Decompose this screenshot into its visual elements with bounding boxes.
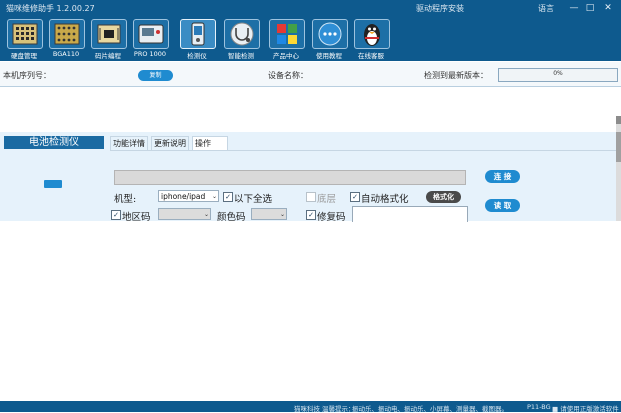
model-select-value: iphone/ipad bbox=[161, 192, 206, 201]
app-title: 猫咪维修助手 1.2.00.27 bbox=[6, 4, 95, 13]
stethoscope-icon bbox=[224, 19, 260, 49]
toolbar-item-smart-check[interactable]: 智能检测 bbox=[220, 18, 262, 60]
region-code-select[interactable]: ⌄ bbox=[158, 208, 211, 220]
main-toolbar: 硬盘管理 BGA110 码片编程 PRO 1000 检测仪 智能检测 产品中心 … bbox=[0, 16, 621, 61]
vertical-scrollbar[interactable] bbox=[616, 116, 621, 221]
toolbar-item-tester[interactable]: 检测仪 bbox=[176, 18, 218, 60]
toolbar-item-products[interactable]: 产品中心 bbox=[265, 18, 307, 60]
title-bar: 猫咪维修助手 1.2.00.27 驱动程序安装 语言 — □ ✕ bbox=[0, 0, 621, 16]
chip-icon bbox=[7, 19, 43, 49]
side-title: 电池检测仪 bbox=[4, 136, 104, 149]
model-label: 机型: bbox=[114, 194, 137, 205]
toolbar-label: 码片编程 bbox=[95, 52, 121, 60]
apps-icon bbox=[269, 19, 305, 49]
device-info-bar: 本机序列号： 复制 设备名称： 检测到最新版本： 0% bbox=[0, 62, 621, 87]
progress-text: 0% bbox=[553, 70, 563, 77]
bottom-layer-checkbox[interactable] bbox=[306, 192, 316, 202]
toolbar-label: 使用教程 bbox=[316, 52, 342, 60]
select-all-label: 以下全选 bbox=[234, 194, 273, 205]
serial-label: 本机序列号： bbox=[3, 71, 51, 80]
toolbar-label: PRO 1000 bbox=[133, 50, 167, 58]
penguin-icon bbox=[354, 19, 390, 49]
copy-serial-button[interactable]: 复制 bbox=[138, 70, 173, 81]
tester-panel: 电池检测仪 功能详情 更新说明 操作 机型: iphone/ipad ⌄ ✓ 以… bbox=[0, 132, 616, 223]
programmer-icon bbox=[91, 19, 127, 49]
status-bar: 猫咪科技 温馨提示： 振动乐、振动电、振动乐、小屏幕、测量器、截图器。 P11-… bbox=[0, 401, 621, 413]
connect-button[interactable]: 连 接 bbox=[485, 170, 520, 183]
driver-install-link[interactable]: 驱动程序安装 bbox=[416, 3, 464, 14]
toolbar-item-programmer[interactable]: 码片编程 bbox=[87, 18, 129, 60]
toolbar-label: 智能检测 bbox=[228, 52, 254, 60]
toolbar-item-support[interactable]: 在线客服 bbox=[350, 18, 392, 60]
scroll-up-arrow[interactable] bbox=[616, 116, 621, 124]
side-action-button[interactable] bbox=[44, 180, 62, 188]
format-button[interactable]: 格式化 bbox=[426, 191, 461, 203]
pro-device-icon bbox=[133, 19, 169, 49]
scroll-thumb[interactable] bbox=[616, 132, 621, 162]
color-code-label: 颜色码 bbox=[217, 212, 246, 223]
toolbar-label: 检测仪 bbox=[187, 52, 207, 60]
bottom-layer-label: 底层 bbox=[317, 194, 337, 205]
tab-divider bbox=[110, 150, 616, 151]
region-code-label: 地区码 bbox=[122, 212, 151, 223]
update-progress-bar: 0% bbox=[498, 68, 618, 82]
repair-code-label: 修复码 bbox=[317, 212, 346, 223]
toolbar-label: BGA110 bbox=[52, 50, 80, 58]
repair-code-input[interactable] bbox=[352, 206, 468, 222]
tab-operation[interactable]: 操作 bbox=[192, 136, 228, 151]
color-code-select[interactable]: ⌄ bbox=[251, 208, 287, 220]
maximize-button[interactable]: □ bbox=[583, 2, 597, 14]
chevron-down-icon: ⌄ bbox=[211, 193, 217, 200]
toolbar-item-hdd[interactable]: 硬盘管理 bbox=[3, 18, 45, 60]
auto-format-label: 自动格式化 bbox=[361, 194, 409, 205]
chevron-down-icon: ⌄ bbox=[279, 211, 285, 218]
read-button[interactable]: 读 取 bbox=[485, 199, 520, 212]
tab-changelog[interactable]: 更新说明 bbox=[151, 136, 189, 151]
device-name-label: 设备名称： bbox=[268, 71, 308, 80]
toolbar-label: 产品中心 bbox=[273, 52, 299, 60]
minimize-button[interactable]: — bbox=[567, 2, 581, 14]
toolbar-label: 在线客服 bbox=[358, 52, 384, 60]
tab-details[interactable]: 功能详情 bbox=[110, 136, 148, 151]
status-version: P11-BG bbox=[527, 403, 551, 411]
chat-icon bbox=[312, 19, 348, 49]
language-menu[interactable]: 语言 bbox=[538, 3, 554, 14]
model-select[interactable]: iphone/ipad ⌄ bbox=[158, 190, 219, 202]
operation-log-field[interactable] bbox=[114, 170, 466, 185]
close-button[interactable]: ✕ bbox=[601, 2, 615, 14]
select-all-checkbox[interactable]: ✓ bbox=[223, 192, 233, 202]
toolbar-item-bga110[interactable]: BGA110 bbox=[45, 18, 87, 60]
toolbar-label: 硬盘管理 bbox=[11, 52, 37, 60]
bga-chip-icon bbox=[49, 19, 85, 49]
repair-code-checkbox[interactable]: ✓ bbox=[306, 210, 316, 220]
chevron-down-icon: ⌄ bbox=[203, 211, 209, 218]
battery-tester-icon bbox=[180, 19, 216, 49]
toolbar-item-pro1000[interactable]: PRO 1000 bbox=[129, 18, 171, 60]
region-code-checkbox[interactable]: ✓ bbox=[111, 210, 121, 220]
auto-format-checkbox[interactable]: ✓ bbox=[350, 192, 360, 202]
toolbar-item-tutorial[interactable]: 使用教程 bbox=[308, 18, 350, 60]
latest-version-label: 检测到最新版本： bbox=[424, 71, 488, 80]
